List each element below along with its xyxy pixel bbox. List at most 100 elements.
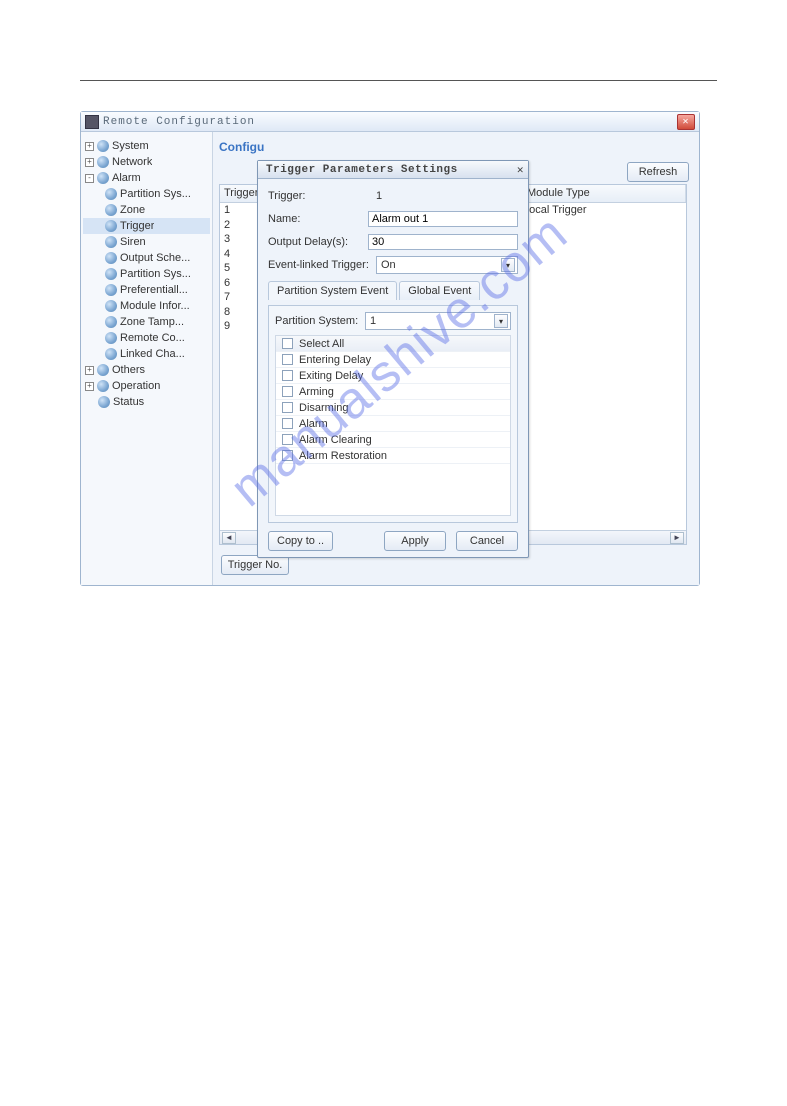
event-row[interactable]: Arming: [276, 384, 510, 400]
partition-system-label: Partition System:: [275, 315, 365, 327]
tree-label: Partition Sys...: [120, 268, 191, 280]
tree-node-network[interactable]: +Network: [83, 154, 210, 170]
tree-label: System: [112, 140, 149, 152]
globe-icon: [105, 348, 117, 360]
tree-node-linked-cha-[interactable]: Linked Cha...: [83, 346, 210, 362]
expand-icon[interactable]: +: [85, 158, 94, 167]
tree-node-others[interactable]: +Others: [83, 362, 210, 378]
tree-node-alarm[interactable]: - Alarm: [83, 170, 210, 186]
tree-node-remote-co-[interactable]: Remote Co...: [83, 330, 210, 346]
event-linked-select[interactable]: On ▾: [376, 256, 518, 274]
output-delay-label: Output Delay(s):: [268, 236, 368, 248]
checkbox-icon[interactable]: [282, 370, 293, 381]
checkbox-icon[interactable]: [282, 402, 293, 413]
tree-label: Zone: [120, 204, 145, 216]
cancel-button[interactable]: Cancel: [456, 531, 518, 551]
tree-label: Operation: [112, 380, 160, 392]
tree-label: Siren: [120, 236, 146, 248]
checkbox-icon[interactable]: [282, 434, 293, 445]
col-module-type[interactable]: Module Type: [523, 185, 686, 202]
collapse-icon[interactable]: -: [85, 174, 94, 183]
tree-node-partition-sys-[interactable]: Partition Sys...: [83, 186, 210, 202]
window-title: Remote Configuration: [103, 116, 255, 128]
tree-node-partition-sys-[interactable]: Partition Sys...: [83, 266, 210, 282]
event-row[interactable]: Alarm: [276, 416, 510, 432]
globe-icon: [105, 236, 117, 248]
remote-config-window: Remote Configuration ✕ + System +Network - A…: [80, 111, 700, 586]
event-label: Arming: [299, 386, 334, 398]
event-label: Entering Delay: [299, 354, 371, 366]
tree-node-system[interactable]: + System: [83, 138, 210, 154]
tab-partition-system-event[interactable]: Partition System Event: [268, 281, 397, 300]
partition-system-select[interactable]: 1 ▾: [365, 312, 511, 330]
event-row[interactable]: Exiting Delay: [276, 368, 510, 384]
globe-icon: [97, 172, 109, 184]
expand-icon[interactable]: +: [85, 142, 94, 151]
globe-icon: [105, 284, 117, 296]
window-titlebar: Remote Configuration ✕: [81, 112, 699, 132]
tree-node-zone[interactable]: Zone: [83, 202, 210, 218]
tree-label: Preferentiall...: [120, 284, 188, 296]
globe-icon: [105, 332, 117, 344]
tab-global-event[interactable]: Global Event: [399, 281, 480, 300]
output-delay-input[interactable]: [368, 234, 518, 250]
globe-icon: [97, 156, 109, 168]
tree-node-operation[interactable]: + Operation: [83, 378, 210, 394]
tree-node-module-infor-[interactable]: Module Infor...: [83, 298, 210, 314]
globe-icon: [105, 188, 117, 200]
event-label: Disarming: [299, 402, 349, 414]
tree-label: Remote Co...: [120, 332, 185, 344]
tree-node-preferentiall-[interactable]: Preferentiall...: [83, 282, 210, 298]
checkbox-icon[interactable]: [282, 450, 293, 461]
event-label: Alarm: [299, 418, 328, 430]
trigger-parameters-dialog: Trigger Parameters Settings ✕ Trigger: 1…: [257, 160, 529, 558]
chevron-down-icon: ▾: [494, 314, 508, 328]
event-label: Alarm Restoration: [299, 450, 387, 462]
scroll-left-button[interactable]: ◄: [222, 532, 236, 544]
checkbox-icon[interactable]: [282, 354, 293, 365]
event-label: Exiting Delay: [299, 370, 363, 382]
event-label: Alarm Clearing: [299, 434, 372, 446]
checkbox-icon[interactable]: [282, 418, 293, 429]
expand-icon[interactable]: +: [85, 382, 94, 391]
app-icon: [85, 115, 99, 129]
name-input[interactable]: [368, 211, 518, 227]
tree-node-output-sche-[interactable]: Output Sche...: [83, 250, 210, 266]
tree-label: Module Infor...: [120, 300, 190, 312]
tree-node-trigger[interactable]: Trigger: [83, 218, 210, 234]
event-row[interactable]: Alarm Clearing: [276, 432, 510, 448]
copy-to-button[interactable]: Copy to ..: [268, 531, 333, 551]
apply-button[interactable]: Apply: [384, 531, 446, 551]
event-row[interactable]: Alarm Restoration: [276, 448, 510, 464]
globe-icon: [98, 396, 110, 408]
globe-icon: [97, 364, 109, 376]
tree-node-siren[interactable]: Siren: [83, 234, 210, 250]
event-checklist: Select All Entering Delay Exiting Delay Ar…: [275, 335, 511, 516]
nav-tree: + System +Network - Alarm Partition Sys... Zon…: [81, 132, 213, 585]
checkbox-icon[interactable]: [282, 386, 293, 397]
event-row[interactable]: Disarming: [276, 400, 510, 416]
trigger-label: Trigger:: [268, 190, 376, 202]
chevron-down-icon: ▾: [501, 258, 515, 272]
dialog-titlebar: Trigger Parameters Settings ✕: [258, 161, 528, 179]
tree-label: Partition Sys...: [120, 188, 191, 200]
checkbox-icon[interactable]: [282, 338, 293, 349]
tree-label: Alarm: [112, 172, 141, 184]
tree-label: Trigger: [120, 220, 154, 232]
tree-node-status[interactable]: Status: [83, 394, 210, 410]
expand-icon[interactable]: +: [85, 366, 94, 375]
tree-label: Output Sche...: [120, 252, 190, 264]
globe-icon: [105, 300, 117, 312]
trigger-value: 1: [376, 190, 382, 202]
refresh-button[interactable]: Refresh: [627, 162, 689, 182]
tree-label: Zone Tamp...: [120, 316, 184, 328]
tree-node-zone-tamp-[interactable]: Zone Tamp...: [83, 314, 210, 330]
select-all-row[interactable]: Select All: [276, 336, 510, 352]
dialog-close-button[interactable]: ✕: [517, 163, 524, 177]
trigger-no-button[interactable]: Trigger No.: [221, 555, 289, 575]
globe-icon: [105, 220, 117, 232]
event-row[interactable]: Entering Delay: [276, 352, 510, 368]
scroll-right-button[interactable]: ►: [670, 532, 684, 544]
globe-icon: [105, 316, 117, 328]
window-close-button[interactable]: ✕: [677, 114, 695, 130]
